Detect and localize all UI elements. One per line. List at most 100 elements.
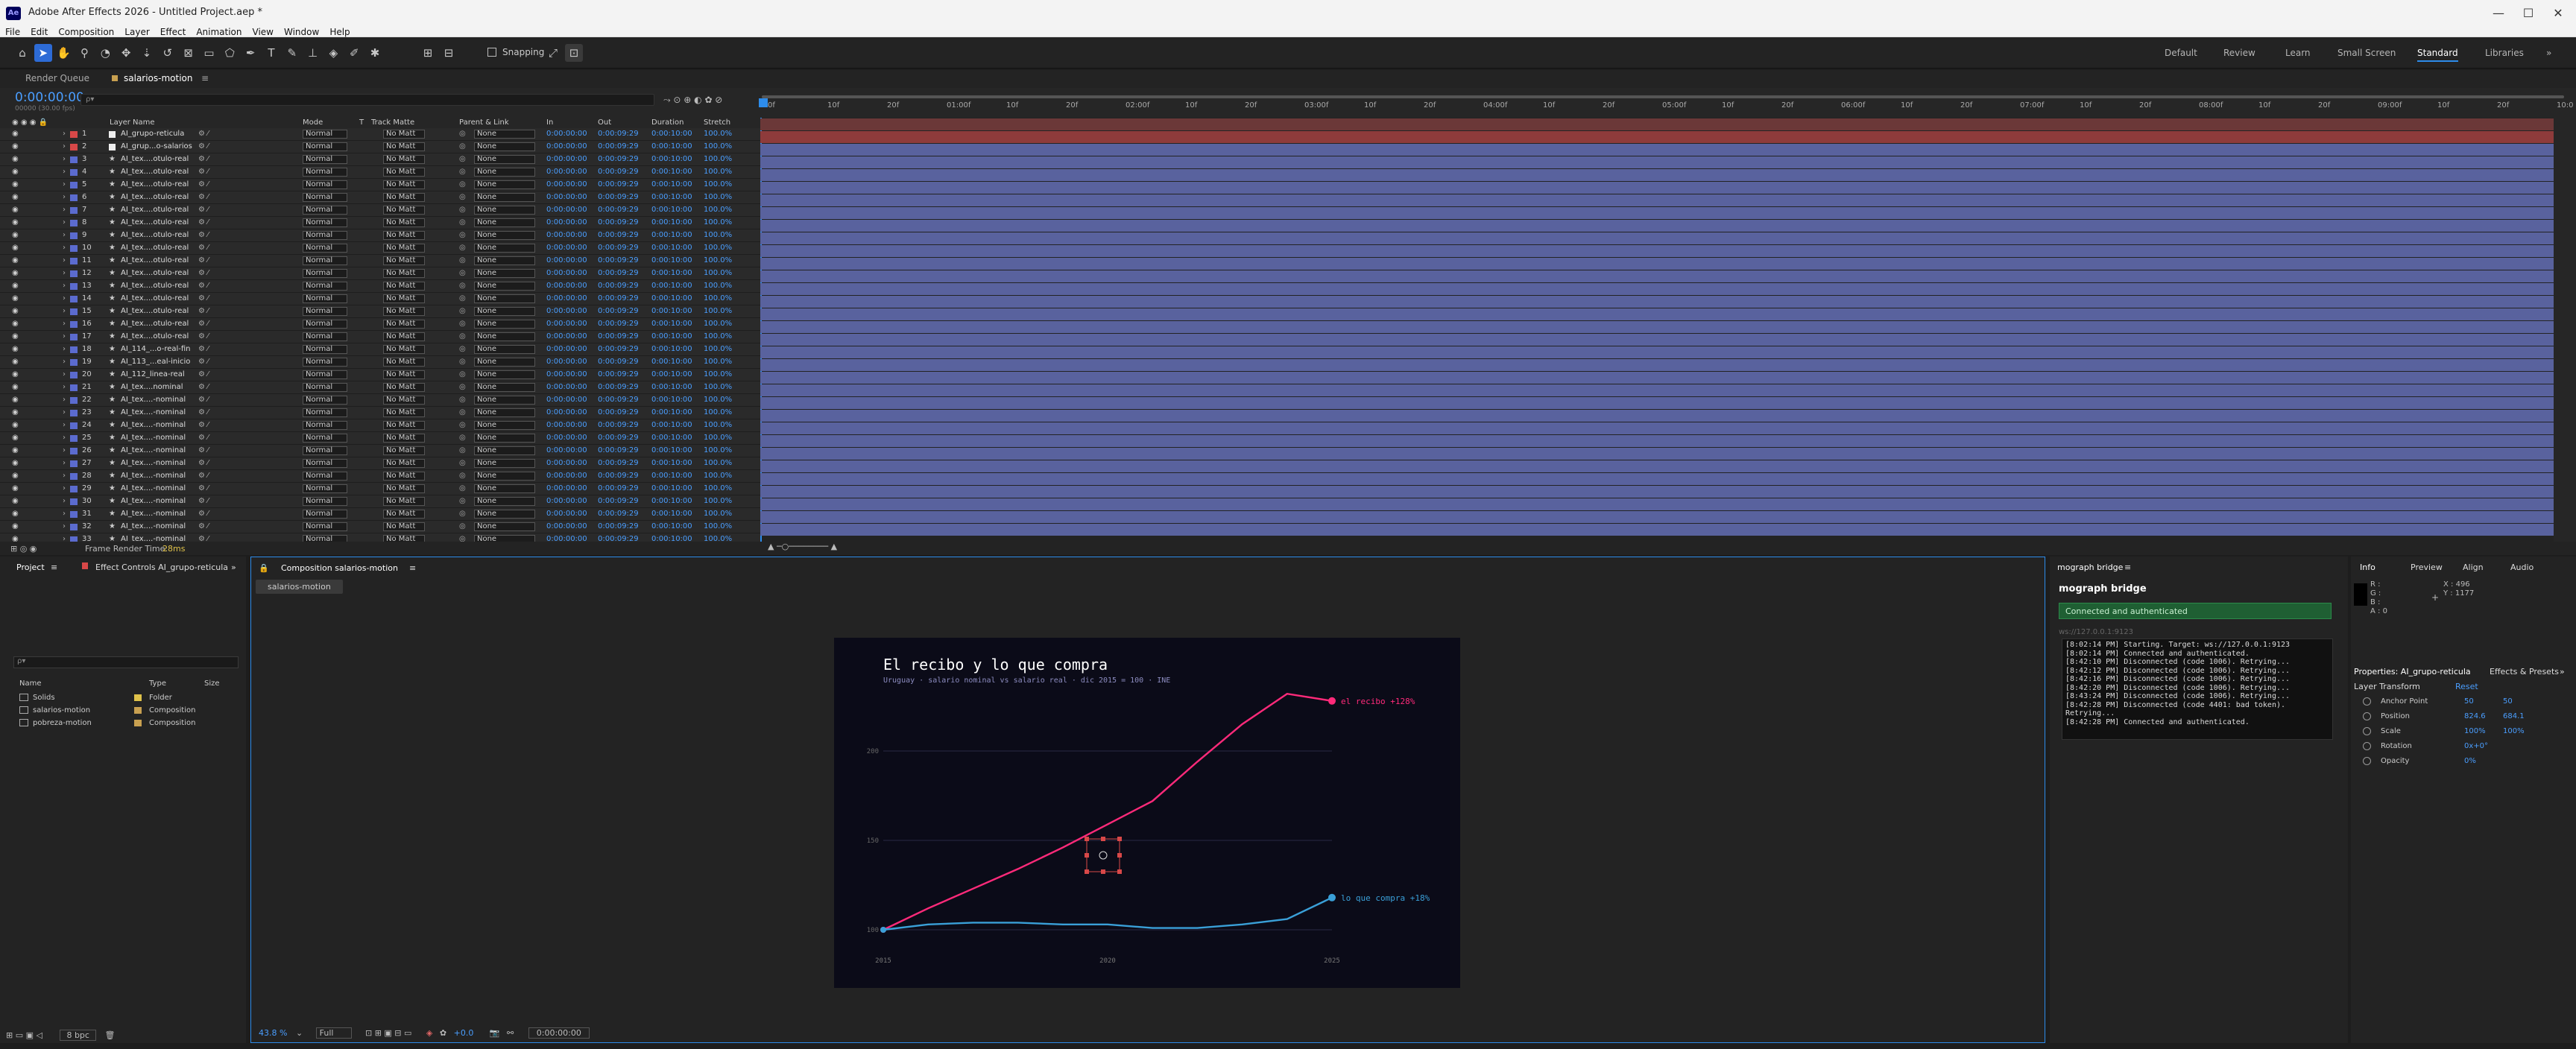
track-matte-dropdown[interactable]: No Matt xyxy=(383,332,425,341)
stretch-value[interactable]: 100.0% xyxy=(704,421,732,429)
eye-icon[interactable]: ◉ xyxy=(12,370,19,378)
out-time[interactable]: 0:00:09:29 xyxy=(598,370,639,378)
out-time[interactable]: 0:00:09:29 xyxy=(598,332,639,340)
layer-row[interactable]: ◉ › 33 ★ AI_tex....-nominal ⚙ ⁄ Normal No Matt ◎… xyxy=(0,533,760,542)
parent-dropdown[interactable]: None xyxy=(474,193,535,202)
parent-dropdown[interactable]: None xyxy=(474,168,535,177)
duration-time[interactable]: 0:00:10:00 xyxy=(651,535,692,542)
layer-label-color[interactable] xyxy=(70,410,78,416)
layer-duration-bar[interactable] xyxy=(760,384,2554,396)
layer-duration-bar[interactable] xyxy=(760,258,2554,270)
layer-duration-bar[interactable] xyxy=(760,207,2554,219)
stretch-value[interactable]: 100.0% xyxy=(704,459,732,467)
mode-dropdown[interactable]: Normal xyxy=(303,180,347,189)
pick-whip-icon[interactable]: ◎ xyxy=(459,193,466,201)
pick-whip-icon[interactable]: ◎ xyxy=(459,484,466,492)
pick-whip-icon[interactable]: ◎ xyxy=(459,434,466,442)
layer-name[interactable]: AI_grupo-reticula xyxy=(121,130,192,138)
workspace-libraries[interactable]: Libraries xyxy=(2485,48,2524,58)
out-time[interactable]: 0:00:09:29 xyxy=(598,168,639,176)
layer-duration-bar[interactable] xyxy=(760,422,2554,434)
duration-time[interactable]: 0:00:10:00 xyxy=(651,345,692,353)
workspace-standard[interactable]: Standard xyxy=(2417,48,2458,62)
time-ruler[interactable]: 0f 10f 20f 01:00f 10f 20f 02:00f 10f 20f 03:00f 10… xyxy=(759,88,2573,118)
stretch-value[interactable]: 100.0% xyxy=(704,522,732,530)
eye-icon[interactable]: ◉ xyxy=(12,244,19,252)
layer-duration-bar[interactable] xyxy=(760,232,2554,244)
pick-whip-icon[interactable]: ◎ xyxy=(459,522,466,530)
layer-duration-bar[interactable] xyxy=(760,334,2554,346)
timeline-switch-icons[interactable]: ⤳ ⊙ ⊕ ◐ ✿ ⊘ xyxy=(663,95,722,106)
expand-chevron-icon[interactable]: › xyxy=(63,446,66,454)
out-time[interactable]: 0:00:09:29 xyxy=(598,180,639,188)
layer-switches-icon[interactable]: ⚙ ⁄ xyxy=(198,231,209,239)
layer-duration-bar[interactable] xyxy=(760,131,2554,143)
mode-dropdown[interactable]: Normal xyxy=(303,522,347,531)
layer-label-color[interactable] xyxy=(70,131,78,138)
stretch-value[interactable]: 100.0% xyxy=(704,497,732,505)
out-time[interactable]: 0:00:09:29 xyxy=(598,434,639,442)
menu-file[interactable]: File xyxy=(0,27,25,37)
track-matte-dropdown[interactable]: No Matt xyxy=(383,484,425,493)
out-time[interactable]: 0:00:09:29 xyxy=(598,320,639,328)
pick-whip-icon[interactable]: ◎ xyxy=(459,282,466,290)
layer-switches-icon[interactable]: ⚙ ⁄ xyxy=(198,522,209,530)
out-time[interactable]: 0:00:09:29 xyxy=(598,218,639,226)
stretch-value[interactable]: 100.0% xyxy=(704,510,732,518)
property-value-2[interactable]: 100% xyxy=(2503,727,2525,735)
in-time[interactable]: 0:00:00:00 xyxy=(546,446,587,454)
menu-help[interactable]: Help xyxy=(324,27,355,37)
layer-name[interactable]: AI_tex....otulo-real xyxy=(121,256,192,264)
layer-row[interactable]: ◉ › 23 ★ AI_tex....-nominal ⚙ ⁄ Normal No Matt ◎… xyxy=(0,407,760,419)
in-time[interactable]: 0:00:00:00 xyxy=(546,320,587,328)
exposure-value[interactable]: +0.0 xyxy=(454,1028,474,1038)
expand-chevron-icon[interactable]: › xyxy=(63,218,66,226)
layer-label-color[interactable] xyxy=(70,207,78,214)
layer-label-color[interactable] xyxy=(70,283,78,290)
layer-name[interactable]: AI_tex....-nominal xyxy=(121,535,192,542)
duration-time[interactable]: 0:00:10:00 xyxy=(651,282,692,290)
layer-row[interactable]: ◉ › 28 ★ AI_tex....-nominal ⚙ ⁄ Normal No Matt ◎… xyxy=(0,470,760,483)
footer-switch-icons[interactable]: ⊞ ◎ ◉ xyxy=(10,544,37,554)
lock-icon[interactable]: 🔒 xyxy=(259,563,269,573)
layer-label-color[interactable] xyxy=(70,486,78,492)
track-matte-dropdown[interactable]: No Matt xyxy=(383,256,425,265)
expand-chevron-icon[interactable]: › xyxy=(63,472,66,480)
layer-duration-bar[interactable] xyxy=(760,118,2554,130)
stretch-value[interactable]: 100.0% xyxy=(704,168,732,176)
parent-dropdown[interactable]: None xyxy=(474,446,535,455)
expand-chevron-icon[interactable]: › xyxy=(63,434,66,442)
layer-row[interactable]: ◉ › 32 ★ AI_tex....-nominal ⚙ ⁄ Normal No Matt ◎… xyxy=(0,521,760,533)
stretch-value[interactable]: 100.0% xyxy=(704,193,732,201)
duration-time[interactable]: 0:00:10:00 xyxy=(651,408,692,416)
eye-icon[interactable]: ◉ xyxy=(12,497,19,505)
layer-row[interactable]: ◉ › 6 ★ AI_tex....otulo-real ⚙ ⁄ Normal No Matt… xyxy=(0,191,760,204)
close-button[interactable]: ✕ xyxy=(2548,4,2569,22)
out-time[interactable]: 0:00:09:29 xyxy=(598,421,639,429)
eye-icon[interactable]: ◉ xyxy=(12,535,19,542)
mode-dropdown[interactable]: Normal xyxy=(303,484,347,493)
layer-switches-icon[interactable]: ⚙ ⁄ xyxy=(198,320,209,328)
duration-time[interactable]: 0:00:10:00 xyxy=(651,459,692,467)
tab-composition[interactable]: Composition salarios-motion xyxy=(281,563,398,573)
layer-row[interactable]: ◉ › 29 ★ AI_tex....-nominal ⚙ ⁄ Normal No Matt ◎… xyxy=(0,483,760,495)
layer-duration-bar[interactable] xyxy=(760,372,2554,384)
parent-dropdown[interactable]: None xyxy=(474,142,535,151)
stopwatch-icon[interactable] xyxy=(2363,742,2371,750)
out-time[interactable]: 0:00:09:29 xyxy=(598,282,639,290)
stretch-value[interactable]: 100.0% xyxy=(704,320,732,328)
menu-composition[interactable]: Composition xyxy=(53,27,119,37)
parent-dropdown[interactable]: None xyxy=(474,472,535,481)
expand-chevron-icon[interactable]: › xyxy=(63,142,66,150)
out-time[interactable]: 0:00:09:29 xyxy=(598,269,639,277)
out-time[interactable]: 0:00:09:29 xyxy=(598,408,639,416)
menu-window[interactable]: Window xyxy=(279,27,324,37)
layer-name[interactable]: AI_tex....-nominal xyxy=(121,459,192,467)
in-time[interactable]: 0:00:00:00 xyxy=(546,522,587,530)
parent-dropdown[interactable]: None xyxy=(474,358,535,367)
in-time[interactable]: 0:00:00:00 xyxy=(546,396,587,404)
in-time[interactable]: 0:00:00:00 xyxy=(546,421,587,429)
layer-switches-icon[interactable]: ⚙ ⁄ xyxy=(198,193,209,201)
track-matte-dropdown[interactable]: No Matt xyxy=(383,294,425,303)
layer-switches-icon[interactable]: ⚙ ⁄ xyxy=(198,434,209,442)
